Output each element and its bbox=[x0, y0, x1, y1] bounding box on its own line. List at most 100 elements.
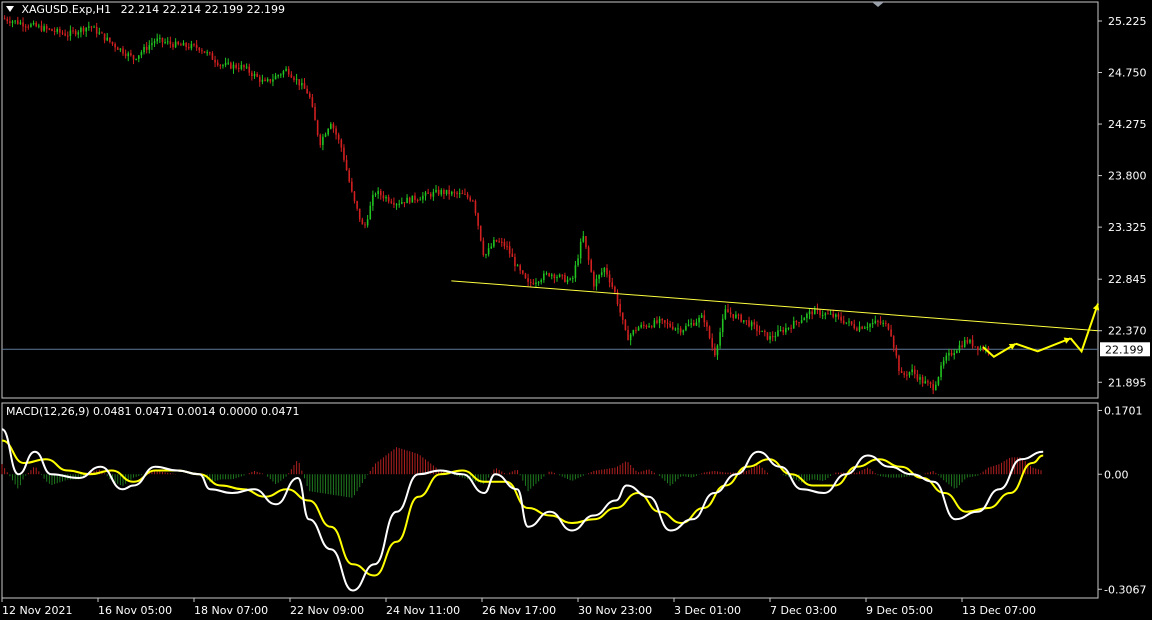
candle-body bbox=[43, 26, 45, 31]
candle-body bbox=[911, 369, 913, 373]
candle-body bbox=[124, 53, 127, 57]
candle-body bbox=[535, 282, 537, 285]
candle-body bbox=[243, 65, 245, 68]
candle-body bbox=[745, 320, 748, 322]
candle-body bbox=[266, 79, 269, 82]
price-tick-label: 22.845 bbox=[1108, 273, 1147, 286]
candle-body bbox=[335, 128, 337, 135]
time-axis-label: 16 Nov 05:00 bbox=[98, 604, 172, 617]
candle-body bbox=[227, 62, 230, 64]
candle-body bbox=[290, 74, 293, 78]
candle-body bbox=[258, 76, 261, 82]
candle-body bbox=[950, 352, 953, 356]
candle-body bbox=[561, 274, 564, 276]
candle-body bbox=[758, 330, 761, 332]
candle-body bbox=[540, 280, 543, 283]
candle-body bbox=[690, 323, 692, 325]
candle-body bbox=[800, 320, 803, 323]
current-price-label: 22.199 bbox=[1105, 343, 1144, 356]
candle-body bbox=[648, 326, 650, 328]
macd-frame bbox=[1, 402, 1099, 599]
candle-body bbox=[579, 241, 582, 259]
candle-body bbox=[748, 320, 750, 327]
candle-body bbox=[153, 41, 156, 44]
candle-body bbox=[19, 22, 22, 24]
candle-body bbox=[908, 372, 911, 376]
price-chart[interactable]: 25.225 24.750 24.275 23.800 23.325 22.845 22.3… bbox=[0, 0, 1152, 620]
candle-body bbox=[837, 314, 840, 317]
candle-body bbox=[485, 254, 487, 256]
candle-body bbox=[753, 322, 756, 325]
candle-body bbox=[840, 316, 842, 321]
candle-body bbox=[59, 28, 61, 33]
candle-body bbox=[916, 374, 919, 380]
candle-body bbox=[966, 340, 969, 343]
candle-body bbox=[198, 47, 201, 51]
candle-body bbox=[458, 193, 461, 195]
candle-body bbox=[819, 309, 821, 316]
candle-body bbox=[372, 194, 374, 206]
candle-body bbox=[406, 197, 408, 204]
candle-body bbox=[511, 253, 514, 257]
candle-body bbox=[177, 41, 180, 45]
candle-body bbox=[919, 377, 921, 380]
candle-body bbox=[885, 322, 887, 324]
candle-body bbox=[280, 74, 282, 76]
candle-body bbox=[114, 43, 116, 48]
candle-body bbox=[469, 197, 472, 201]
candle-body bbox=[90, 26, 93, 28]
candle-body bbox=[866, 326, 869, 328]
candle-body bbox=[969, 339, 971, 343]
candle-body bbox=[345, 159, 348, 171]
candle-body bbox=[790, 327, 792, 329]
candle-body bbox=[337, 134, 340, 140]
candle-body bbox=[882, 322, 884, 324]
candle-body bbox=[629, 334, 632, 341]
candle-body bbox=[282, 71, 285, 75]
candle-body bbox=[913, 369, 916, 375]
candle-body bbox=[330, 123, 332, 129]
candle-body bbox=[272, 79, 274, 82]
candle-body bbox=[45, 26, 48, 29]
candle-body bbox=[953, 353, 956, 356]
candle-body bbox=[180, 44, 182, 46]
candle-body bbox=[824, 313, 827, 316]
candle-body bbox=[379, 190, 382, 196]
candle-body bbox=[143, 46, 145, 53]
candle-body bbox=[858, 326, 861, 331]
candle-body bbox=[35, 22, 37, 27]
candle-body bbox=[700, 315, 703, 318]
price-tick-label: 24.750 bbox=[1108, 67, 1147, 80]
candle-body bbox=[127, 53, 130, 57]
candle-body bbox=[493, 239, 495, 247]
candle-body bbox=[314, 106, 316, 121]
candle-body bbox=[932, 384, 934, 391]
candle-body bbox=[437, 189, 440, 195]
candle-body bbox=[724, 309, 727, 319]
candle-body bbox=[340, 139, 343, 148]
candle-body bbox=[627, 330, 629, 341]
candle-body bbox=[203, 51, 206, 53]
candle-body bbox=[835, 314, 837, 317]
candle-body bbox=[11, 21, 14, 23]
candle-body bbox=[390, 201, 393, 203]
candle-body bbox=[187, 46, 190, 49]
candle-body bbox=[750, 322, 753, 327]
candle-body bbox=[698, 317, 700, 323]
candle-body bbox=[566, 279, 569, 282]
candle-body bbox=[161, 37, 164, 43]
time-axis-label: 30 Nov 23:00 bbox=[578, 604, 652, 617]
macd-tick-label: 0.00 bbox=[1104, 468, 1129, 481]
candle-body bbox=[906, 374, 908, 376]
candle-body bbox=[122, 48, 124, 54]
candle-body bbox=[900, 370, 903, 374]
candle-body bbox=[419, 199, 422, 201]
candle-body bbox=[145, 46, 148, 50]
candle-body bbox=[109, 37, 111, 42]
candle-body bbox=[577, 258, 579, 266]
candle-body bbox=[869, 324, 871, 327]
candle-body bbox=[24, 26, 27, 28]
candle-body bbox=[398, 203, 400, 205]
candle-body bbox=[735, 314, 737, 318]
candle-body bbox=[611, 282, 614, 287]
